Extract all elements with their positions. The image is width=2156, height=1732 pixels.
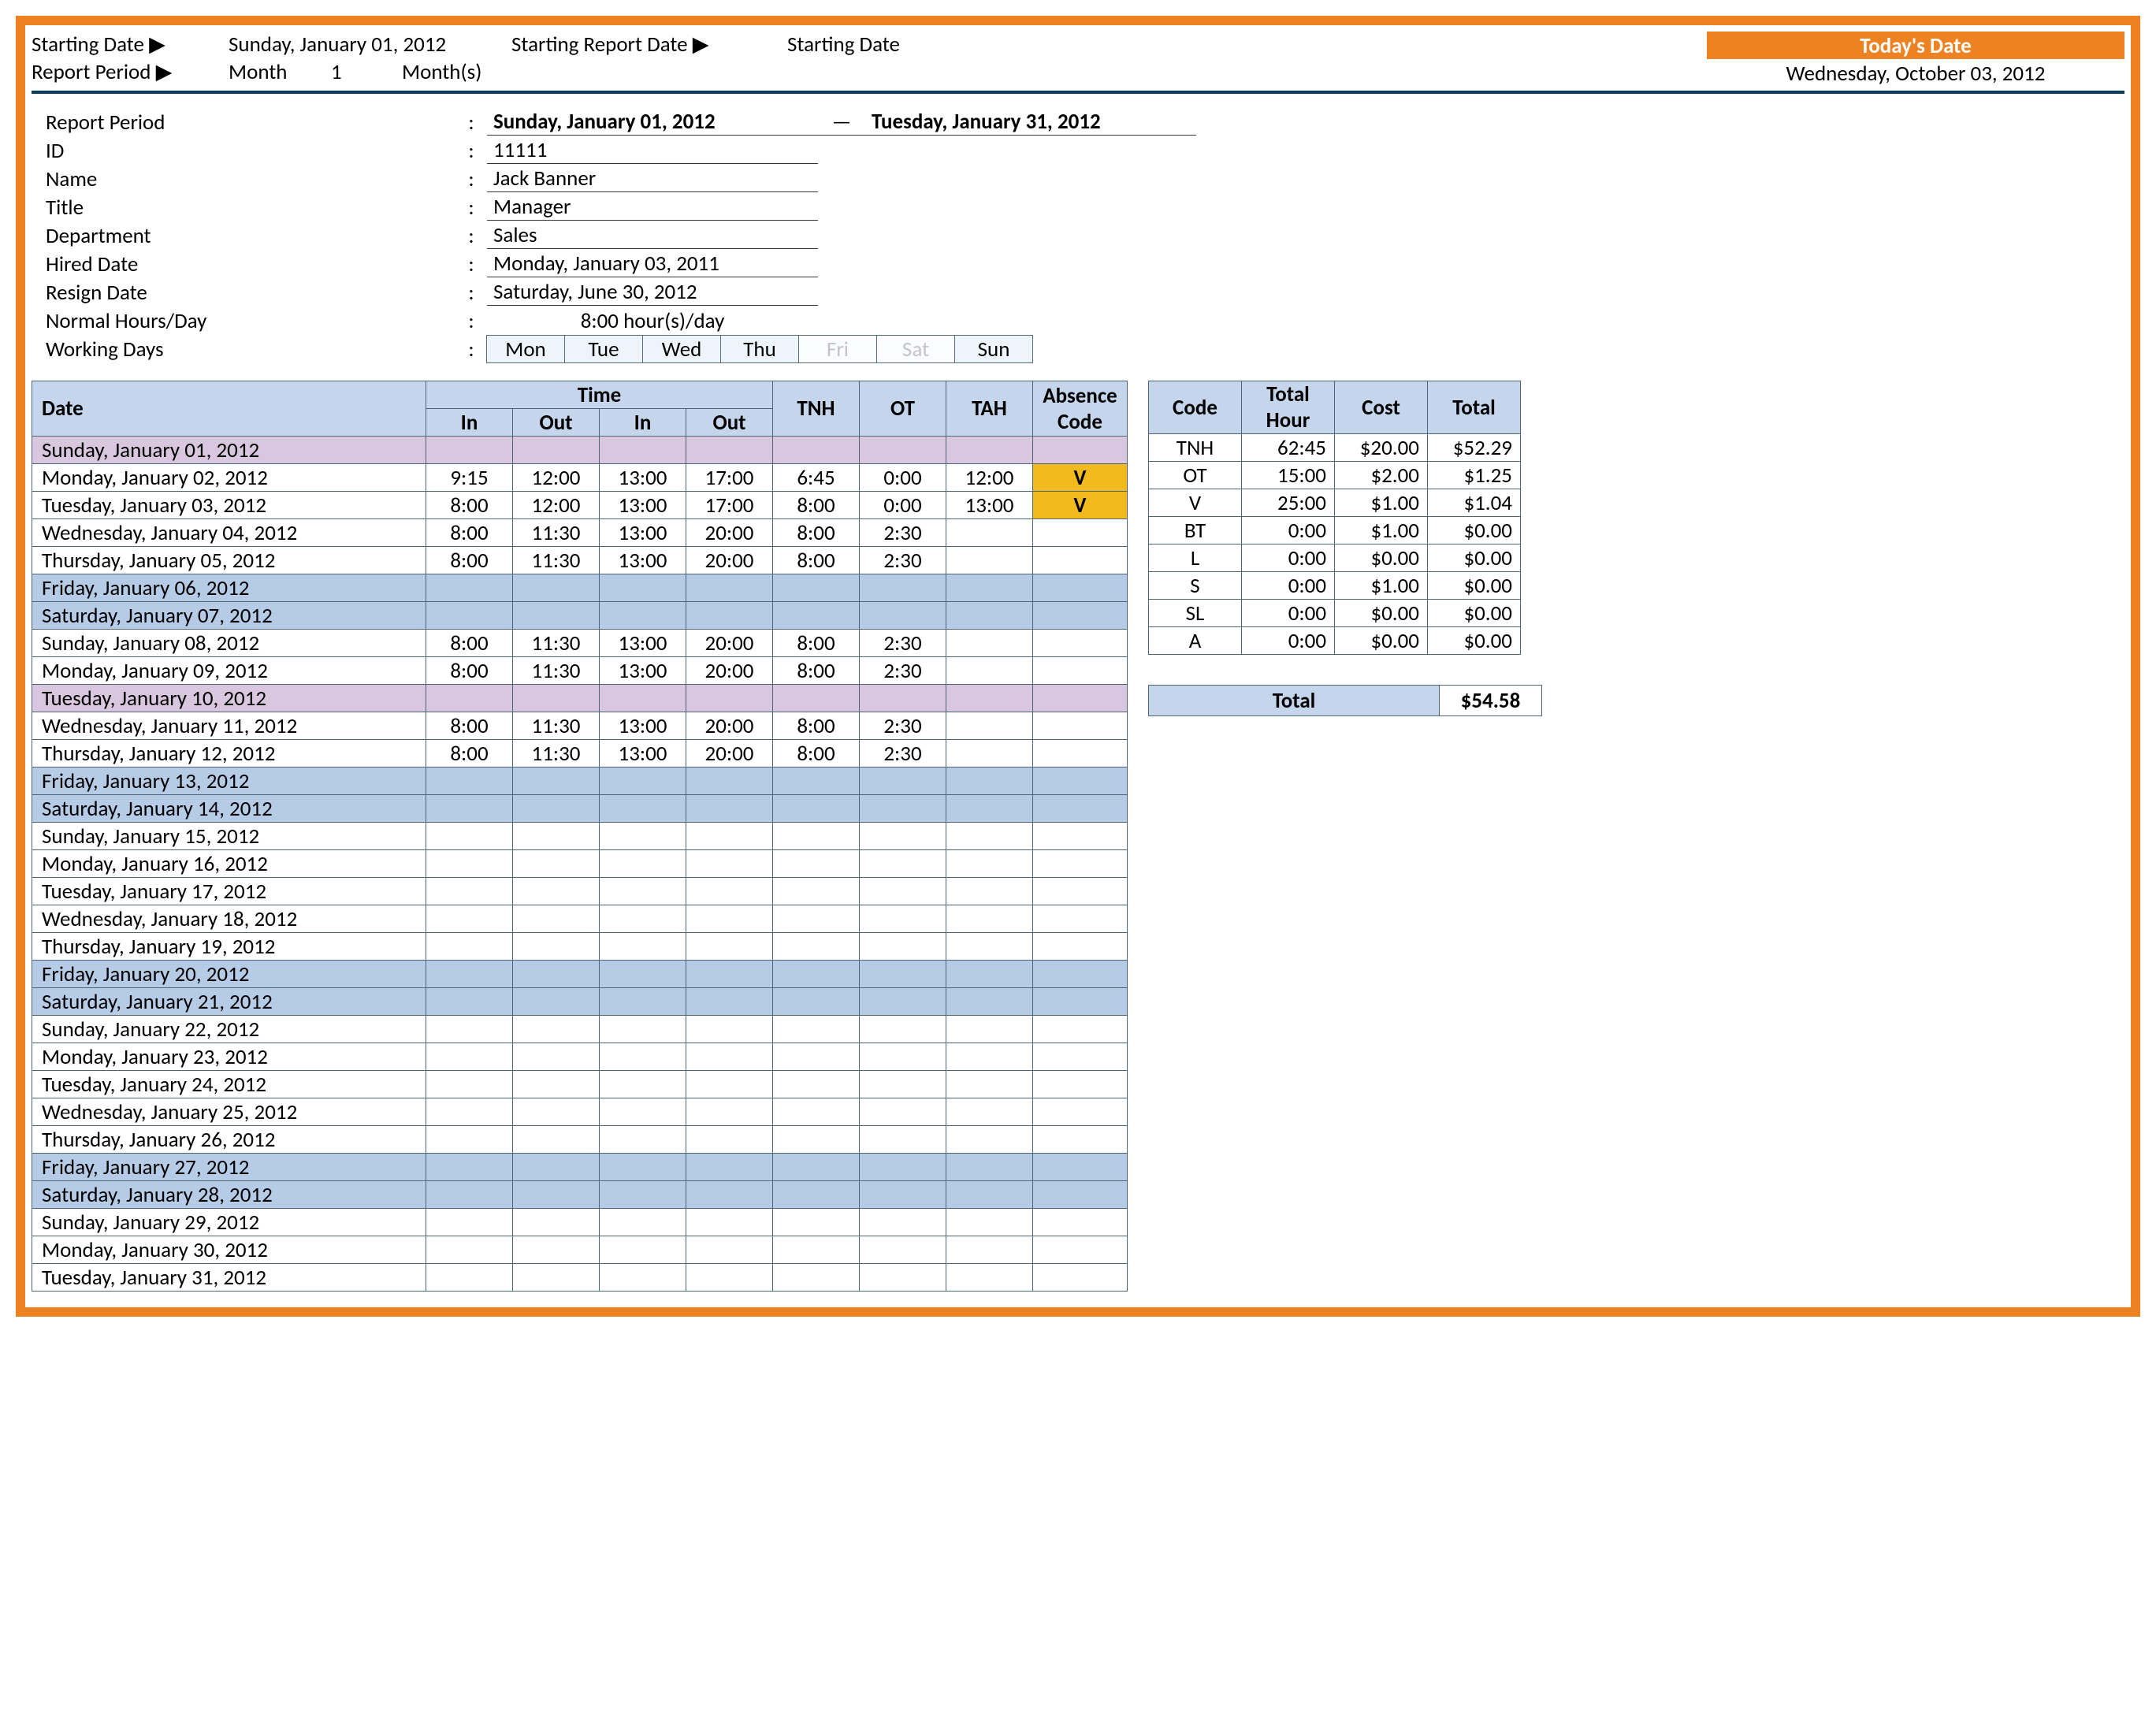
hired-date-value[interactable]: Monday, January 03, 2011: [487, 251, 818, 277]
normal-hours-value: 8:00 hour(s)/day: [487, 308, 818, 334]
timesheet-row[interactable]: Friday, January 06, 2012: [32, 574, 1128, 602]
timesheet-row[interactable]: Tuesday, January 31, 2012: [32, 1264, 1128, 1292]
col-date: Date: [32, 381, 426, 437]
working-day-sat[interactable]: Sat: [876, 335, 955, 363]
timesheet-row[interactable]: Tuesday, January 17, 2012: [32, 878, 1128, 905]
timesheet-row[interactable]: Wednesday, January 25, 2012: [32, 1098, 1128, 1126]
timesheet-row[interactable]: Monday, January 16, 2012: [32, 850, 1128, 878]
top-controls: Starting Date ▶ Sunday, January 01, 2012…: [32, 32, 2124, 87]
timesheet-row[interactable]: Friday, January 27, 2012: [32, 1154, 1128, 1181]
name-label: Name: [46, 166, 455, 192]
resign-date-label: Resign Date: [46, 280, 455, 306]
grand-total-row: Total $54.58: [1148, 685, 1542, 716]
report-period-label: Report Period: [46, 110, 455, 136]
working-day-wed[interactable]: Wed: [642, 335, 721, 363]
working-day-fri[interactable]: Fri: [798, 335, 877, 363]
timesheet-row[interactable]: Friday, January 13, 2012: [32, 768, 1128, 795]
grand-total-label: Total: [1148, 685, 1440, 716]
timesheet-row[interactable]: Sunday, January 29, 2012: [32, 1209, 1128, 1236]
col-code: Code: [1149, 381, 1242, 434]
summary-table: Code Total Hour Cost Total TNH62:45$20.0…: [1148, 381, 1521, 655]
timesheet-row[interactable]: Monday, January 30, 2012: [32, 1236, 1128, 1264]
col-out1: Out: [513, 409, 600, 437]
col-out2: Out: [686, 409, 773, 437]
working-day-thu[interactable]: Thu: [720, 335, 799, 363]
summary-row: OT15:00$2.00$1.25: [1149, 462, 1521, 489]
timesheet-row[interactable]: Monday, January 02, 20129:1512:0013:0017…: [32, 464, 1128, 492]
timesheet-row[interactable]: Wednesday, January 18, 2012: [32, 905, 1128, 933]
summary-row: TNH62:45$20.00$52.29: [1149, 434, 1521, 462]
summary-row: V25:00$1.00$1.04: [1149, 489, 1521, 517]
summary-row: SL0:00$0.00$0.00: [1149, 600, 1521, 627]
report-period-control-label: Report Period ▶: [32, 59, 229, 87]
todays-date-label: Today's Date: [1707, 32, 2124, 60]
title-label: Title: [46, 195, 455, 221]
timesheet-row[interactable]: Monday, January 23, 2012: [32, 1043, 1128, 1071]
col-tah: TAH: [946, 381, 1033, 437]
summary-row: BT0:00$1.00$0.00: [1149, 517, 1521, 545]
timesheet-row[interactable]: Monday, January 09, 20128:0011:3013:0020…: [32, 657, 1128, 685]
normal-hours-label: Normal Hours/Day: [46, 308, 455, 334]
working-day-tue[interactable]: Tue: [564, 335, 643, 363]
timesheet-row[interactable]: Sunday, January 22, 2012: [32, 1016, 1128, 1043]
timesheet-row[interactable]: Saturday, January 21, 2012: [32, 988, 1128, 1016]
report-period-units-label: Month(s): [402, 59, 512, 87]
working-days-label: Working Days: [46, 336, 455, 362]
divider: [32, 91, 2124, 94]
timesheet-row[interactable]: Thursday, January 12, 20128:0011:3013:00…: [32, 740, 1128, 768]
timesheet-row[interactable]: Tuesday, January 10, 2012: [32, 685, 1128, 712]
report-period-from: Sunday, January 01, 2012: [487, 109, 818, 136]
dash-icon: —: [818, 109, 865, 136]
timesheet-row[interactable]: Wednesday, January 11, 20128:0011:3013:0…: [32, 712, 1128, 740]
todays-date-value: Wednesday, October 03, 2012: [1707, 59, 2124, 87]
report-period-to: Tuesday, January 31, 2012: [865, 109, 1196, 136]
department-label: Department: [46, 223, 455, 249]
department-value[interactable]: Sales: [487, 222, 818, 249]
starting-report-date-value[interactable]: Starting Date: [787, 32, 1039, 60]
report-period-count[interactable]: 1: [331, 59, 402, 87]
summary-row: A0:00$0.00$0.00: [1149, 627, 1521, 655]
grand-total-value: $54.58: [1440, 685, 1542, 716]
timesheet-row[interactable]: Friday, January 20, 2012: [32, 961, 1128, 988]
timesheet-row[interactable]: Saturday, January 28, 2012: [32, 1181, 1128, 1209]
working-days-row: MonTueWedThuFriSatSun: [487, 335, 1033, 363]
timesheet-row[interactable]: Sunday, January 01, 2012: [32, 437, 1128, 464]
timesheet-row[interactable]: Saturday, January 07, 2012: [32, 602, 1128, 630]
hired-date-label: Hired Date: [46, 251, 455, 277]
col-total: Total: [1428, 381, 1521, 434]
starting-date-value[interactable]: Sunday, January 01, 2012: [229, 32, 512, 60]
resign-date-value[interactable]: Saturday, June 30, 2012: [487, 279, 818, 306]
col-in2: In: [600, 409, 686, 437]
col-tnh: TNH: [773, 381, 860, 437]
starting-report-date-label: Starting Report Date ▶: [511, 32, 787, 60]
starting-date-label: Starting Date ▶: [32, 32, 229, 60]
col-time: Time: [426, 381, 773, 409]
timesheet-row[interactable]: Thursday, January 05, 20128:0011:3013:00…: [32, 547, 1128, 574]
col-cost: Cost: [1335, 381, 1428, 434]
summary-row: S0:00$1.00$0.00: [1149, 572, 1521, 600]
report-period-unit[interactable]: Month: [229, 59, 331, 87]
timesheet-row[interactable]: Sunday, January 08, 20128:0011:3013:0020…: [32, 630, 1128, 657]
id-value[interactable]: 11111: [487, 137, 818, 164]
col-absence-code: Absence Code: [1033, 381, 1128, 437]
timesheet-row[interactable]: Saturday, January 14, 2012: [32, 795, 1128, 823]
report-frame: Starting Date ▶ Sunday, January 01, 2012…: [16, 16, 2140, 1317]
working-day-sun[interactable]: Sun: [954, 335, 1033, 363]
timesheet-row[interactable]: Wednesday, January 04, 20128:0011:3013:0…: [32, 519, 1128, 547]
name-value[interactable]: Jack Banner: [487, 165, 818, 192]
timesheet-row[interactable]: Thursday, January 26, 2012: [32, 1126, 1128, 1154]
col-in1: In: [426, 409, 513, 437]
col-ot: OT: [860, 381, 946, 437]
employee-info: Report Period : Sunday, January 01, 2012…: [46, 108, 2124, 363]
timesheet-row[interactable]: Sunday, January 15, 2012: [32, 823, 1128, 850]
id-label: ID: [46, 138, 455, 164]
timesheet-row[interactable]: Tuesday, January 24, 2012: [32, 1071, 1128, 1098]
col-total-hour: Total Hour: [1242, 381, 1335, 434]
timesheet-table: Date Time TNH OT TAH Absence Code In Out…: [32, 381, 1128, 1292]
summary-row: L0:00$0.00$0.00: [1149, 545, 1521, 572]
title-value[interactable]: Manager: [487, 194, 818, 221]
working-day-mon[interactable]: Mon: [486, 335, 565, 363]
timesheet-row[interactable]: Thursday, January 19, 2012: [32, 933, 1128, 961]
timesheet-row[interactable]: Tuesday, January 03, 20128:0012:0013:001…: [32, 492, 1128, 519]
